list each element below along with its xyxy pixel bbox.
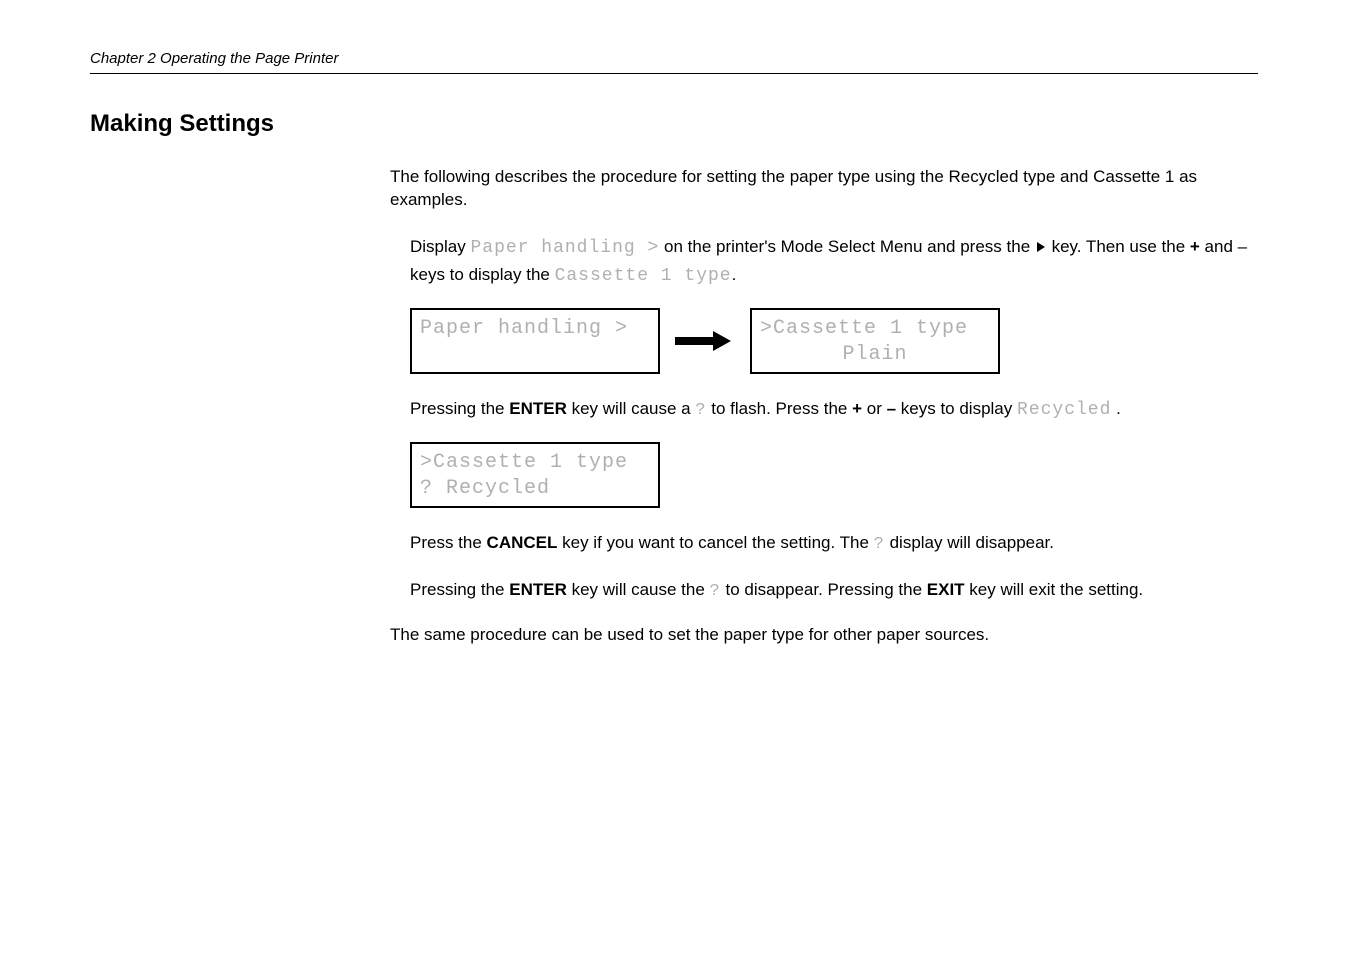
chapter-header: Chapter 2 Operating the Page Printer (90, 50, 1258, 74)
enter-key: ENTER (509, 580, 567, 599)
text-fragment: to flash. Press the (707, 399, 853, 418)
text-fragment: display will disappear. (885, 533, 1054, 552)
arrow-container (660, 331, 750, 351)
lcd-line: Plain (760, 342, 990, 368)
right-triangle-icon (1037, 242, 1045, 252)
lcd-line: ? Recycled (420, 476, 650, 502)
cancel-key: CANCEL (487, 533, 558, 552)
text-fragment: Display (410, 237, 470, 256)
step-1-text: Display Paper handling > on the printer'… (410, 234, 1258, 290)
text-fragment: keys to display the (410, 265, 555, 284)
text-fragment: key will exit the setting. (965, 580, 1144, 599)
text-fragment: Press the (410, 533, 487, 552)
plus-key: + (1190, 237, 1200, 256)
step-4: Pressing the ENTER key will cause the ? … (410, 577, 1258, 605)
lcd-box-paper-handling: Paper handling > (410, 308, 660, 374)
enter-key: ENTER (509, 399, 567, 418)
text-fragment: Pressing the (410, 399, 509, 418)
text-fragment: Pressing the (410, 580, 509, 599)
text-fragment: . (1111, 399, 1120, 418)
exit-key: EXIT (927, 580, 965, 599)
lcd-box-cassette-recycled: >Cassette 1 type ? Recycled (410, 442, 660, 508)
text-fragment: on the printer's Mode Select Menu and pr… (659, 237, 1035, 256)
step-2-text: Pressing the ENTER key will cause a ? to… (410, 396, 1258, 424)
text-fragment: to disappear. Pressing the (721, 580, 927, 599)
step-3-text: Press the CANCEL key if you want to canc… (410, 530, 1258, 558)
text-fragment: . (732, 265, 737, 284)
lcd-line: Paper handling > (420, 316, 650, 342)
text-fragment: key will cause the (567, 580, 710, 599)
section-title: Making Settings (90, 110, 1258, 138)
closing-text: The same procedure can be used to set th… (390, 625, 1258, 645)
lcd-inline-cassette-type: Cassette 1 type (555, 266, 732, 286)
lcd-inline-paper-handling: Paper handling > (470, 238, 659, 258)
step-2: Pressing the ENTER key will cause a ? to… (410, 396, 1258, 508)
text-fragment: and (1200, 237, 1238, 256)
lcd-display-row-1: Paper handling > >Cassette 1 type Plain (410, 308, 1258, 374)
step-4-text: Pressing the ENTER key will cause the ? … (410, 577, 1258, 605)
lcd-display-row-2: >Cassette 1 type ? Recycled (410, 442, 1258, 508)
lcd-question-mark: ? (695, 401, 706, 420)
text-fragment: or (862, 399, 887, 418)
step-1: Display Paper handling > on the printer'… (410, 234, 1258, 374)
arrow-right-icon (675, 331, 735, 351)
intro-text: The following describes the procedure fo… (390, 166, 1258, 212)
lcd-inline-recycled: Recycled (1017, 400, 1111, 420)
text-fragment: key will cause a (567, 399, 696, 418)
lcd-question-mark: ? (874, 535, 885, 554)
content-block: The following describes the procedure fo… (390, 166, 1258, 645)
step-3: Press the CANCEL key if you want to canc… (410, 530, 1258, 558)
lcd-line: >Cassette 1 type (420, 450, 650, 476)
text-fragment: key if you want to cancel the setting. T… (557, 533, 873, 552)
lcd-question-mark: ? (710, 582, 721, 601)
text-fragment: key. Then use the (1047, 237, 1190, 256)
lcd-box-cassette-plain: >Cassette 1 type Plain (750, 308, 1000, 374)
minus-key: – (1238, 237, 1247, 256)
plus-key: + (852, 399, 862, 418)
minus-key: – (887, 399, 896, 418)
text-fragment: keys to display (896, 399, 1017, 418)
lcd-line: >Cassette 1 type (760, 316, 990, 342)
page-container: Chapter 2 Operating the Page Printer Mak… (0, 0, 1348, 954)
